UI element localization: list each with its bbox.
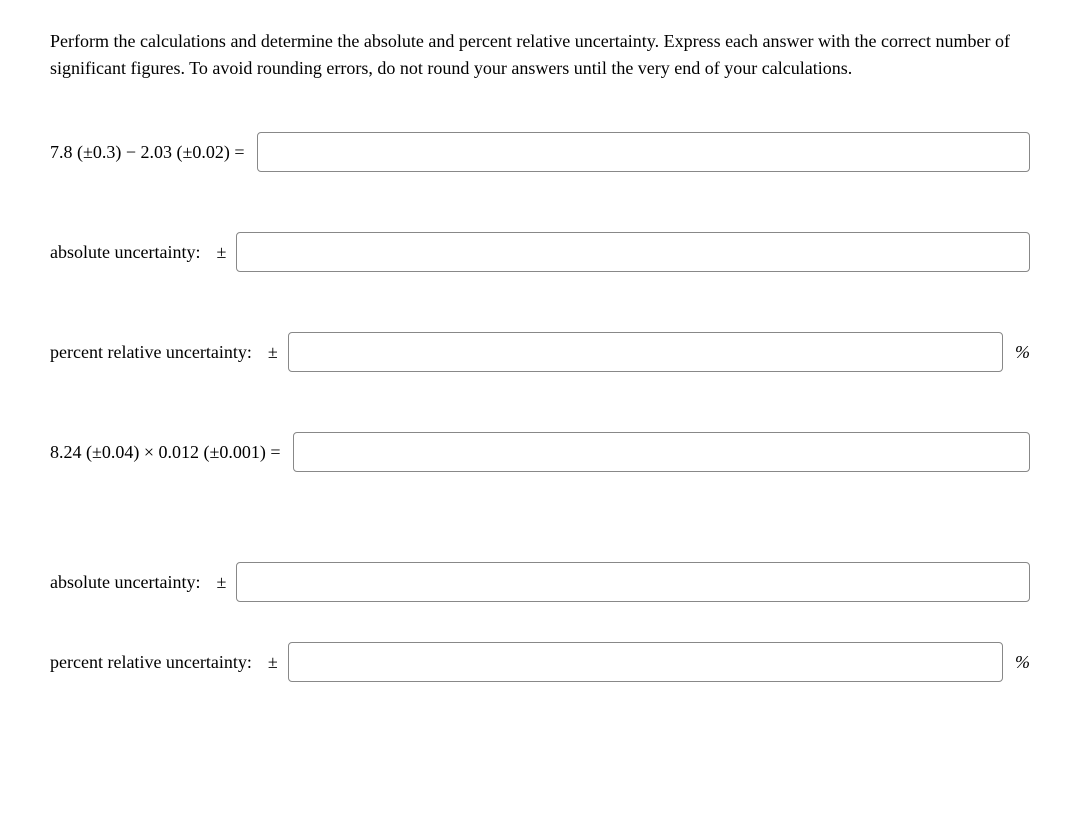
q1-absolute-input[interactable] [236,232,1030,272]
q1-result-row: 7.8 (±0.3) − 2.03 (±0.02) = [50,132,1030,172]
q2-result-row: 8.24 (±0.04) × 0.012 (±0.001) = [50,432,1030,472]
q2-absolute-label: absolute uncertainty: [50,572,200,593]
percent-unit: % [1015,652,1030,673]
q1-relative-label: percent relative uncertainty: [50,342,252,363]
q2-relative-label: percent relative uncertainty: [50,652,252,673]
plus-minus-icon: ± [268,652,278,673]
instructions-text: Perform the calculations and determine t… [50,28,1030,82]
plus-minus-icon: ± [268,342,278,363]
q2-absolute-row: absolute uncertainty: ± [50,562,1030,602]
percent-unit: % [1015,342,1030,363]
q1-result-input[interactable] [257,132,1030,172]
q1-absolute-row: absolute uncertainty: ± [50,232,1030,272]
q1-relative-input[interactable] [288,332,1003,372]
q1-expression-label: 7.8 (±0.3) − 2.03 (±0.02) = [50,142,245,163]
q1-absolute-label: absolute uncertainty: [50,242,200,263]
q1-relative-row: percent relative uncertainty: ± % [50,332,1030,372]
q2-relative-row: percent relative uncertainty: ± % [50,642,1030,682]
q2-expression-label: 8.24 (±0.04) × 0.012 (±0.001) = [50,442,281,463]
plus-minus-icon: ± [216,572,226,593]
q2-relative-input[interactable] [288,642,1003,682]
q2-absolute-input[interactable] [236,562,1030,602]
q2-result-input[interactable] [293,432,1030,472]
plus-minus-icon: ± [216,242,226,263]
